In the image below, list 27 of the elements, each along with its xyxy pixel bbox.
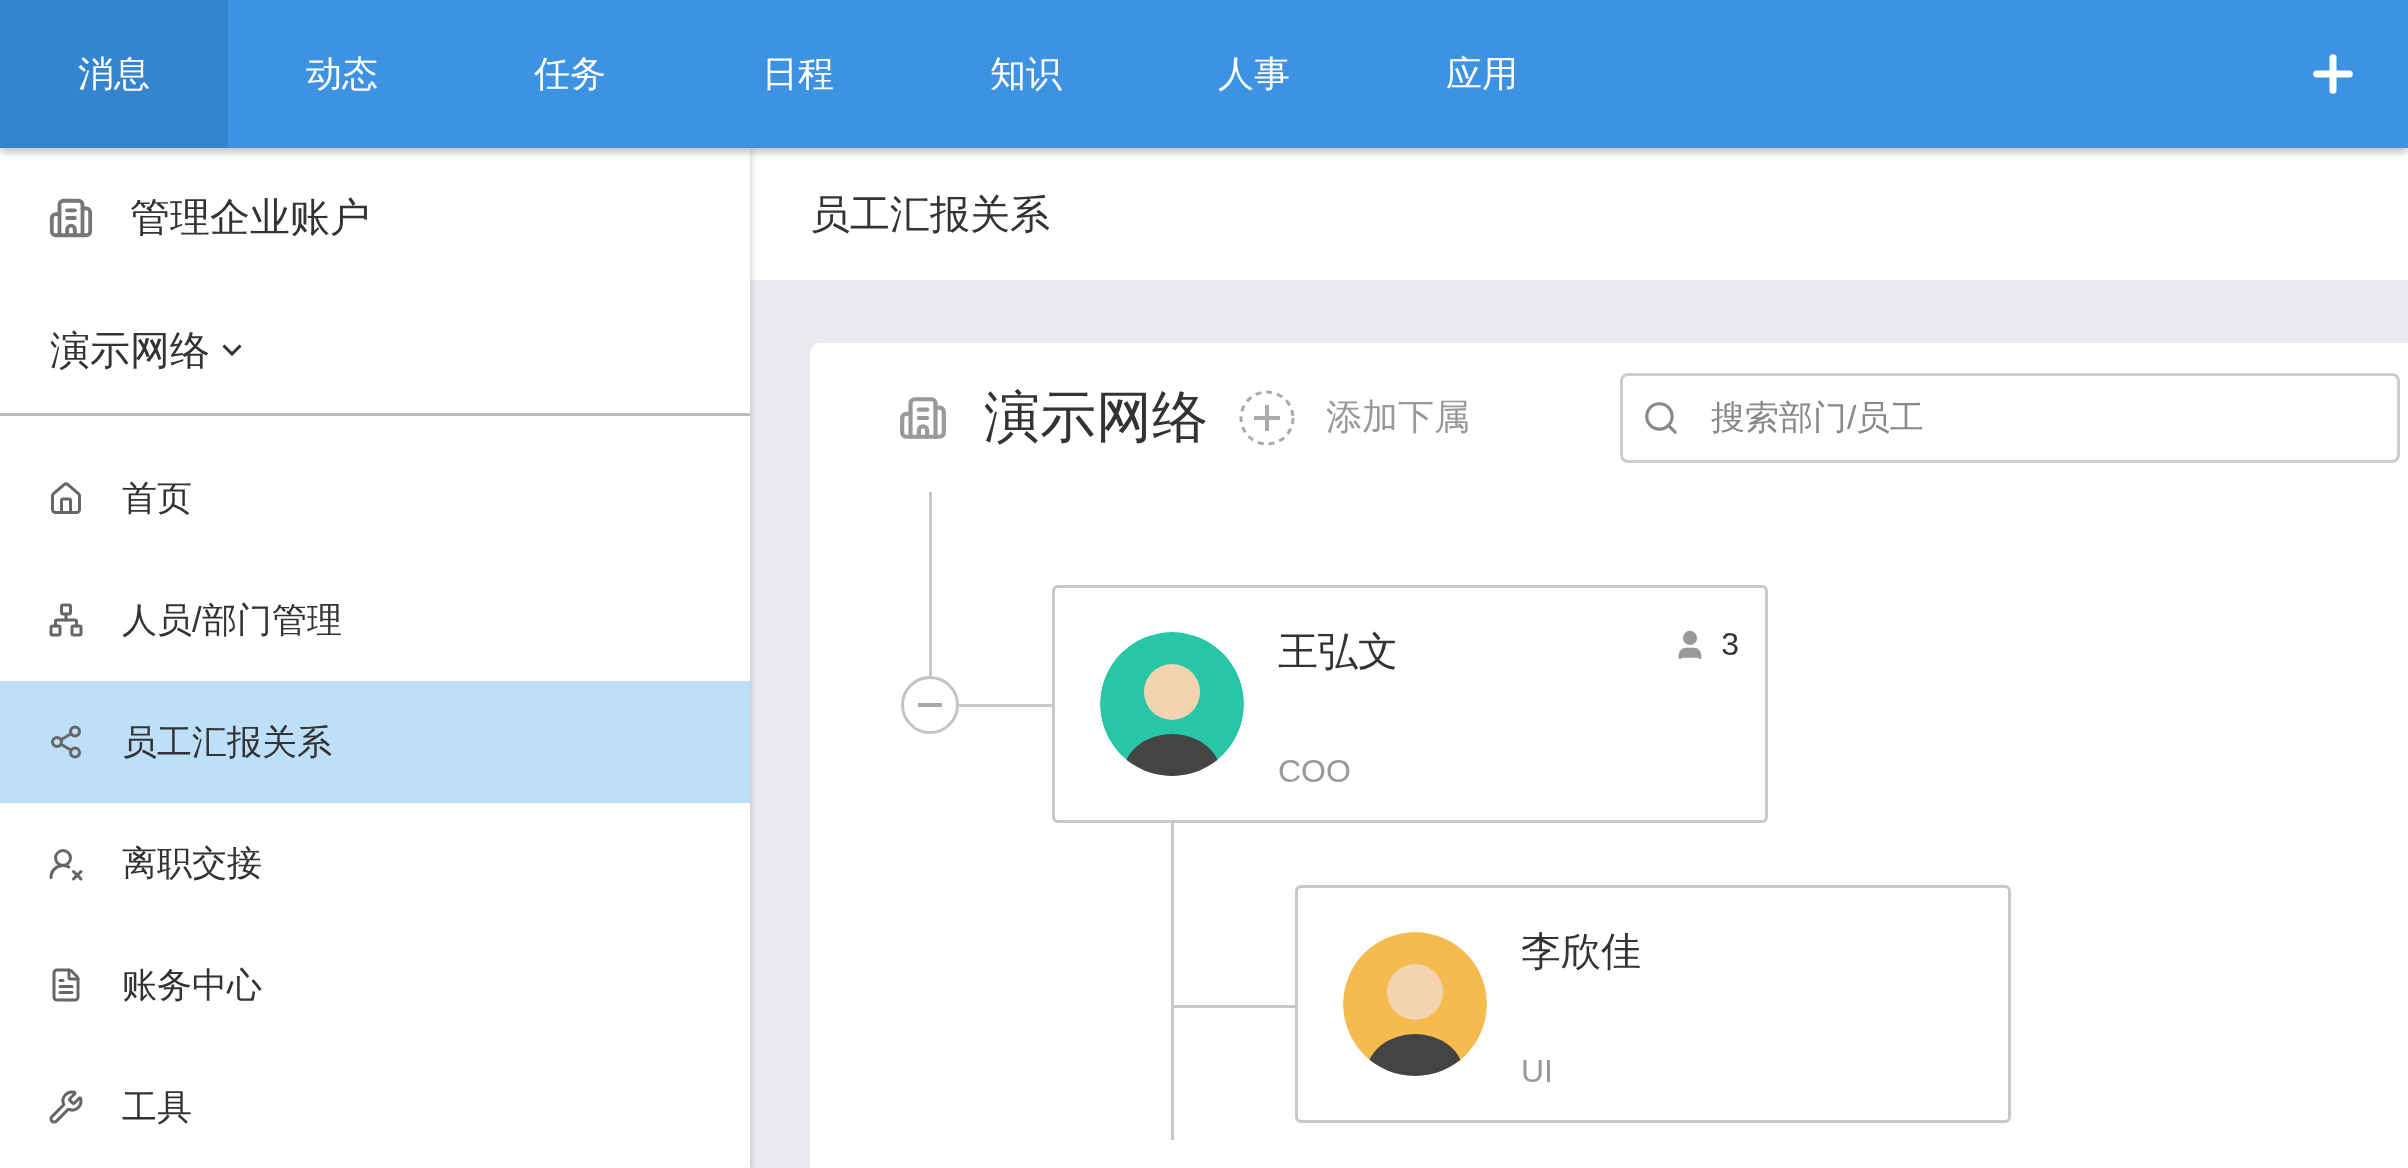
employee-card[interactable]: 李欣佳 UI	[1295, 885, 2011, 1123]
employee-name: 李欣佳	[1521, 928, 1641, 975]
search-field[interactable]: 搜索部门/员工	[1620, 372, 2400, 463]
wrench-icon	[48, 1089, 84, 1126]
employee-card[interactable]: 王弘文 COO 3	[1052, 585, 1768, 823]
chevron-down-icon	[222, 344, 242, 357]
hierarchy-icon	[48, 602, 84, 639]
employee-role: UI	[1521, 1053, 1553, 1090]
sidebar-item[interactable]: 员工汇报关系	[0, 681, 750, 803]
collapse-toggle[interactable]	[901, 676, 959, 734]
dashed-plus-icon	[1238, 388, 1296, 447]
home-icon	[48, 480, 84, 517]
connected-nodes-icon	[48, 724, 84, 761]
minus-icon	[918, 703, 942, 707]
page-title: 员工汇报关系	[810, 190, 1050, 238]
organization-title: 演示网络	[984, 383, 1208, 450]
nav-tab[interactable]: 消息	[0, 0, 228, 148]
employee-name: 王弘文	[1278, 628, 1398, 675]
sidebar-item[interactable]: 账务中心	[0, 924, 750, 1047]
account-title: 管理企业账户	[130, 194, 370, 242]
organization-dropdown[interactable]: 演示网络	[50, 287, 242, 413]
sidebar-item[interactable]: 工具	[0, 1046, 750, 1168]
sidebar-item[interactable]: 离职交接	[0, 802, 750, 925]
employee-role: COO	[1278, 753, 1351, 790]
report-count: 3	[1721, 626, 1739, 663]
sidebar-item[interactable]: 首页	[0, 437, 750, 560]
sidebar-item[interactable]: 人员/部门管理	[0, 559, 750, 682]
